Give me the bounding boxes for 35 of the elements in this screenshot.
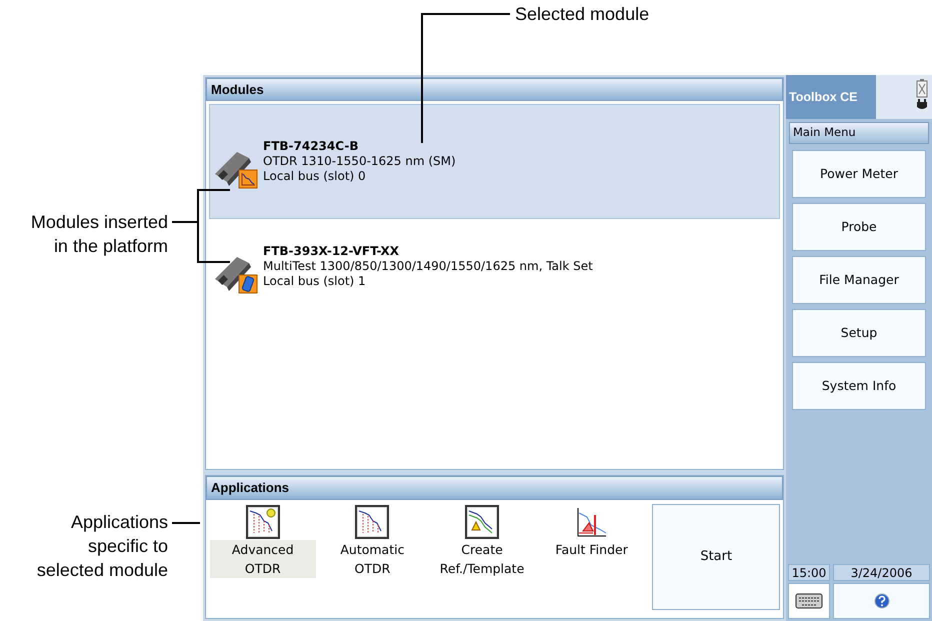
trace-icon — [355, 505, 390, 539]
sidebar-title: Toolbox CE — [786, 75, 876, 119]
trace-icon — [246, 505, 280, 539]
application-button[interactable]: Automatic OTDR — [320, 504, 426, 578]
module-location: Local bus (slot) 1 — [263, 274, 367, 289]
application-button[interactable]: Fault Finder — [538, 504, 644, 559]
leader-line — [172, 522, 200, 524]
module-name: FTB-393X-12-VFT-XX — [263, 244, 400, 259]
menu-button[interactable]: Setup — [792, 309, 926, 357]
keyboard-button[interactable] — [788, 583, 830, 619]
menu-header: Main Menu — [789, 122, 929, 144]
callout-label: Selected module — [515, 3, 650, 25]
menu-button[interactable]: File Manager — [792, 256, 926, 304]
battery-plug-icon — [915, 78, 929, 112]
menu-button[interactable]: System Info — [792, 362, 926, 410]
keyboard-icon — [795, 593, 823, 609]
module-row[interactable]: FTB-74234C-B OTDR 1310-1550-1625 nm (SM) Local bus (slot) 0 — [209, 104, 780, 219]
module-description: OTDR 1310-1550-1625 nm (SM) — [263, 154, 456, 169]
panel-header: Applications — [206, 476, 783, 500]
callout-label: Applications specific to selected module — [36, 511, 168, 582]
module-description: MultiTest 1300/850/1300/1490/1550/1625 nm, Talk Set — [263, 259, 593, 274]
trace-icon — [465, 505, 500, 539]
application-button[interactable]: Create Ref./Template — [429, 504, 535, 578]
fault-chart-icon — [574, 505, 609, 539]
menu-button[interactable]: Power Meter — [792, 150, 926, 198]
menu-button[interactable]: Probe — [792, 203, 926, 251]
date-display: 3/24/2006 — [833, 564, 930, 581]
time-display: 15:00 — [788, 564, 830, 581]
callout-label: Modules inserted in the platform — [30, 211, 168, 258]
help-button[interactable] — [833, 583, 930, 619]
module-name: FTB-74234C-B — [263, 139, 360, 154]
help-icon — [874, 593, 890, 609]
module-location: Local bus (slot) 0 — [263, 169, 367, 184]
panel-header: Modules — [206, 78, 783, 101]
start-button[interactable]: Start — [652, 504, 780, 610]
